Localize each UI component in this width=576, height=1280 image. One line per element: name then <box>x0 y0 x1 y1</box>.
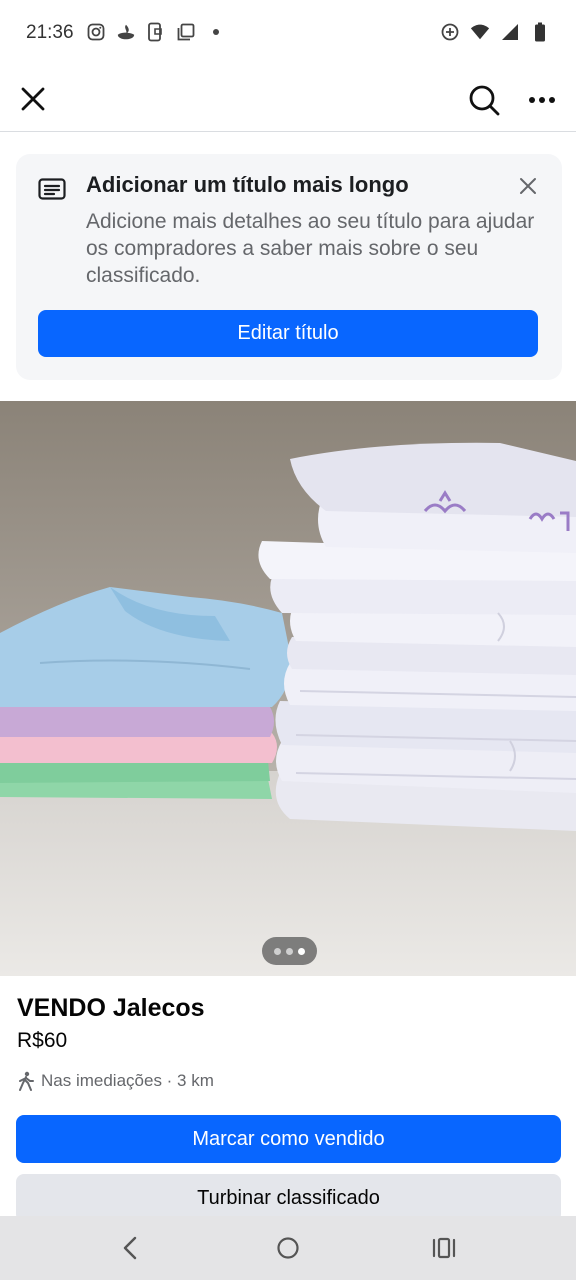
search-button[interactable] <box>464 80 504 120</box>
data-saver-icon <box>440 22 460 42</box>
system-navigation-bar <box>0 1216 576 1280</box>
location-text: Nas imediações · 3 km <box>41 1071 214 1090</box>
close-icon <box>21 87 45 111</box>
more-icon <box>529 97 555 103</box>
edit-title-button[interactable]: Editar título <box>38 310 538 357</box>
mark-as-sold-button[interactable]: Marcar como vendido <box>16 1115 561 1163</box>
top-app-bar <box>0 68 576 132</box>
nav-back-button[interactable] <box>112 1230 148 1266</box>
boost-listing-button[interactable]: Turbinar classificado <box>16 1174 561 1222</box>
signal-icon <box>500 22 520 42</box>
lab-coats-illustration <box>0 401 576 976</box>
pager-dot <box>274 947 281 955</box>
nav-home-button[interactable] <box>270 1230 306 1266</box>
article-icon <box>38 178 66 202</box>
battery-icon <box>530 22 550 42</box>
close-button[interactable] <box>16 82 50 116</box>
tip-dismiss-button[interactable] <box>516 174 540 198</box>
tip-body: Adicione mais detalhes ao seu título par… <box>86 210 535 287</box>
listing-location: Nas imediações · 3 km <box>17 1071 214 1091</box>
dot-icon <box>206 22 226 42</box>
instagram-icon <box>86 22 106 42</box>
santander-icon <box>116 22 136 42</box>
phone-link-icon <box>146 22 166 42</box>
longer-title-tip-card: Adicionar um título mais longo Adicione … <box>16 154 562 380</box>
close-icon <box>520 178 536 194</box>
notification-icons <box>86 22 226 42</box>
status-bar: 21:36 <box>0 0 576 68</box>
wifi-icon <box>470 22 490 42</box>
tip-title: Adicionar um título mais longo <box>86 172 409 197</box>
pager-dot <box>286 947 293 955</box>
recents-icon <box>432 1237 456 1259</box>
listing-title: VENDO Jalecos <box>17 994 205 1022</box>
copy-icon <box>176 22 196 42</box>
walking-icon <box>19 1071 34 1091</box>
nav-recents-button[interactable] <box>426 1230 462 1266</box>
image-pager[interactable] <box>262 937 317 965</box>
system-icons <box>440 22 550 42</box>
listing-price: R$60 <box>17 1029 68 1052</box>
search-icon <box>469 85 500 116</box>
more-options-button[interactable] <box>522 80 562 120</box>
status-time: 21:36 <box>26 22 74 43</box>
back-icon <box>123 1236 137 1260</box>
home-icon <box>277 1237 299 1259</box>
product-photo[interactable] <box>0 401 576 976</box>
pager-dot-active <box>298 947 305 955</box>
